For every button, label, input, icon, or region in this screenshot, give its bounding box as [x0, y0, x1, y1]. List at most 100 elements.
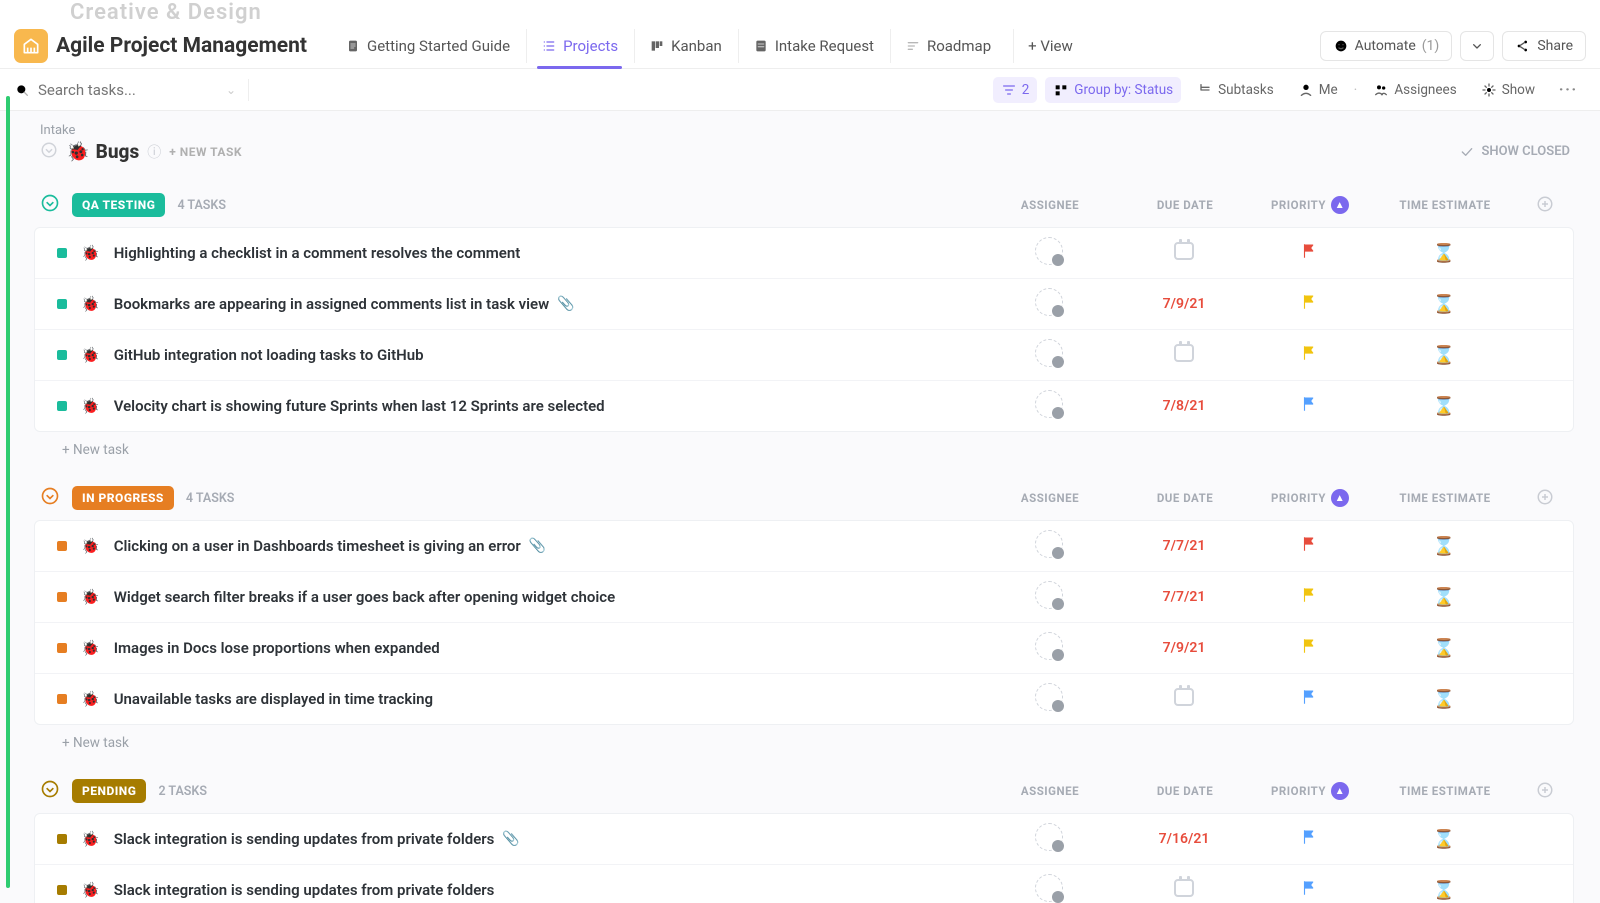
- filter-chip[interactable]: 2: [993, 77, 1038, 103]
- due-date-cell[interactable]: 7/16/21: [1119, 831, 1249, 847]
- collapse-group-icon[interactable]: [40, 779, 60, 803]
- time-estimate-cell[interactable]: ⌛: [1369, 689, 1519, 710]
- task-title[interactable]: 🐞GitHub integration not loading tasks to…: [81, 346, 979, 364]
- col-assignee[interactable]: ASSIGNEE: [980, 784, 1120, 798]
- task-title[interactable]: 🐞Slack integration is sending updates fr…: [81, 830, 979, 848]
- time-estimate-cell[interactable]: ⌛: [1369, 587, 1519, 608]
- col-priority[interactable]: PRIORITY ▲: [1250, 196, 1370, 214]
- assignee-cell[interactable]: [979, 632, 1119, 664]
- task-title[interactable]: 🐞Velocity chart is showing future Sprint…: [81, 397, 979, 415]
- status-square-icon[interactable]: [57, 401, 67, 411]
- new-task-button[interactable]: + New task: [18, 725, 1590, 753]
- time-estimate-cell[interactable]: ⌛: [1369, 345, 1519, 366]
- col-priority[interactable]: PRIORITY ▲: [1250, 782, 1370, 800]
- due-date-cell[interactable]: 7/8/21: [1119, 398, 1249, 414]
- priority-cell[interactable]: [1249, 344, 1369, 366]
- priority-flag-icon[interactable]: [1300, 535, 1318, 557]
- col-due[interactable]: DUE DATE: [1120, 491, 1250, 505]
- show-button[interactable]: Show: [1473, 77, 1543, 103]
- task-title[interactable]: 🐞Slack integration is sending updates fr…: [81, 881, 979, 899]
- add-view-button[interactable]: + View: [1013, 29, 1087, 63]
- priority-flag-icon[interactable]: [1300, 637, 1318, 659]
- priority-flag-icon[interactable]: [1300, 586, 1318, 608]
- attachment-icon[interactable]: 📎: [557, 296, 574, 312]
- due-date-cell[interactable]: [1119, 242, 1249, 264]
- assignee-cell[interactable]: [979, 390, 1119, 422]
- priority-flag-icon[interactable]: [1300, 395, 1318, 417]
- status-square-icon[interactable]: [57, 885, 67, 895]
- me-button[interactable]: Me: [1290, 77, 1346, 103]
- assignee-cell[interactable]: [979, 874, 1119, 903]
- add-column-button[interactable]: [1520, 781, 1570, 802]
- col-time[interactable]: TIME ESTIMATE: [1370, 198, 1520, 212]
- due-date-cell[interactable]: 7/9/21: [1119, 296, 1249, 312]
- new-task-button[interactable]: + New task: [18, 432, 1590, 460]
- workspace-logo[interactable]: [14, 29, 48, 63]
- add-column-button[interactable]: [1520, 195, 1570, 216]
- time-estimate-cell[interactable]: ⌛: [1369, 829, 1519, 850]
- status-pill[interactable]: IN PROGRESS: [72, 486, 174, 510]
- info-icon[interactable]: ⓘ: [147, 142, 161, 162]
- col-time[interactable]: TIME ESTIMATE: [1370, 784, 1520, 798]
- tab-getting-started-guide[interactable]: Getting Started Guide: [331, 29, 524, 63]
- breadcrumb[interactable]: Creative & Design: [0, 0, 1600, 29]
- assignee-cell[interactable]: [979, 581, 1119, 613]
- task-row[interactable]: 🐞Highlighting a checklist in a comment r…: [35, 228, 1573, 278]
- tab-intake-request[interactable]: Intake Request: [738, 29, 888, 63]
- due-date-cell[interactable]: [1119, 879, 1249, 901]
- priority-cell[interactable]: [1249, 637, 1369, 659]
- col-due[interactable]: DUE DATE: [1120, 784, 1250, 798]
- priority-cell[interactable]: [1249, 586, 1369, 608]
- search-caret-icon[interactable]: ⌄: [226, 83, 236, 97]
- task-title[interactable]: 🐞Clicking on a user in Dashboards timesh…: [81, 537, 979, 555]
- attachment-icon[interactable]: 📎: [502, 831, 519, 847]
- assignee-cell[interactable]: [979, 339, 1119, 371]
- priority-flag-icon[interactable]: [1300, 242, 1318, 264]
- priority-flag-icon[interactable]: [1300, 828, 1318, 850]
- task-row[interactable]: 🐞Images in Docs lose proportions when ex…: [35, 622, 1573, 673]
- task-row[interactable]: 🐞Slack integration is sending updates fr…: [35, 864, 1573, 903]
- status-square-icon[interactable]: [57, 592, 67, 602]
- automate-caret[interactable]: [1460, 31, 1494, 61]
- col-time[interactable]: TIME ESTIMATE: [1370, 491, 1520, 505]
- collapse-group-icon[interactable]: [40, 486, 60, 510]
- due-date-cell[interactable]: [1119, 688, 1249, 710]
- assignee-cell[interactable]: [979, 683, 1119, 715]
- search-input[interactable]: [38, 81, 198, 99]
- status-pill[interactable]: QA TESTING: [72, 193, 165, 217]
- priority-flag-icon[interactable]: [1300, 879, 1318, 901]
- priority-flag-icon[interactable]: [1300, 293, 1318, 315]
- task-title[interactable]: 🐞Unavailable tasks are displayed in time…: [81, 690, 979, 708]
- priority-cell[interactable]: [1249, 395, 1369, 417]
- task-row[interactable]: 🐞Unavailable tasks are displayed in time…: [35, 673, 1573, 724]
- time-estimate-cell[interactable]: ⌛: [1369, 638, 1519, 659]
- time-estimate-cell[interactable]: ⌛: [1369, 880, 1519, 901]
- status-square-icon[interactable]: [57, 248, 67, 258]
- assignee-cell[interactable]: [979, 288, 1119, 320]
- task-row[interactable]: 🐞Clicking on a user in Dashboards timesh…: [35, 521, 1573, 571]
- priority-cell[interactable]: [1249, 535, 1369, 557]
- new-task-header-button[interactable]: + NEW TASK: [169, 145, 242, 159]
- assignee-cell[interactable]: [979, 530, 1119, 562]
- status-square-icon[interactable]: [57, 834, 67, 844]
- col-due[interactable]: DUE DATE: [1120, 198, 1250, 212]
- task-title[interactable]: 🐞Highlighting a checklist in a comment r…: [81, 244, 979, 262]
- time-estimate-cell[interactable]: ⌛: [1369, 536, 1519, 557]
- subtasks-button[interactable]: Subtasks: [1189, 77, 1282, 103]
- priority-cell[interactable]: [1249, 688, 1369, 710]
- tab-roadmap[interactable]: Roadmap: [890, 29, 1005, 63]
- due-date-cell[interactable]: 7/9/21: [1119, 640, 1249, 656]
- show-closed-button[interactable]: SHOW CLOSED: [1459, 144, 1570, 160]
- priority-flag-icon[interactable]: [1300, 344, 1318, 366]
- time-estimate-cell[interactable]: ⌛: [1369, 243, 1519, 264]
- collapse-list-icon[interactable]: [40, 141, 58, 163]
- col-priority[interactable]: PRIORITY ▲: [1250, 489, 1370, 507]
- status-pill[interactable]: PENDING: [72, 779, 146, 803]
- collapse-group-icon[interactable]: [40, 193, 60, 217]
- task-row[interactable]: 🐞Slack integration is sending updates fr…: [35, 814, 1573, 864]
- task-title[interactable]: 🐞Bookmarks are appearing in assigned com…: [81, 295, 979, 313]
- status-square-icon[interactable]: [57, 694, 67, 704]
- status-square-icon[interactable]: [57, 350, 67, 360]
- groupby-chip[interactable]: Group by: Status: [1045, 77, 1181, 103]
- status-square-icon[interactable]: [57, 299, 67, 309]
